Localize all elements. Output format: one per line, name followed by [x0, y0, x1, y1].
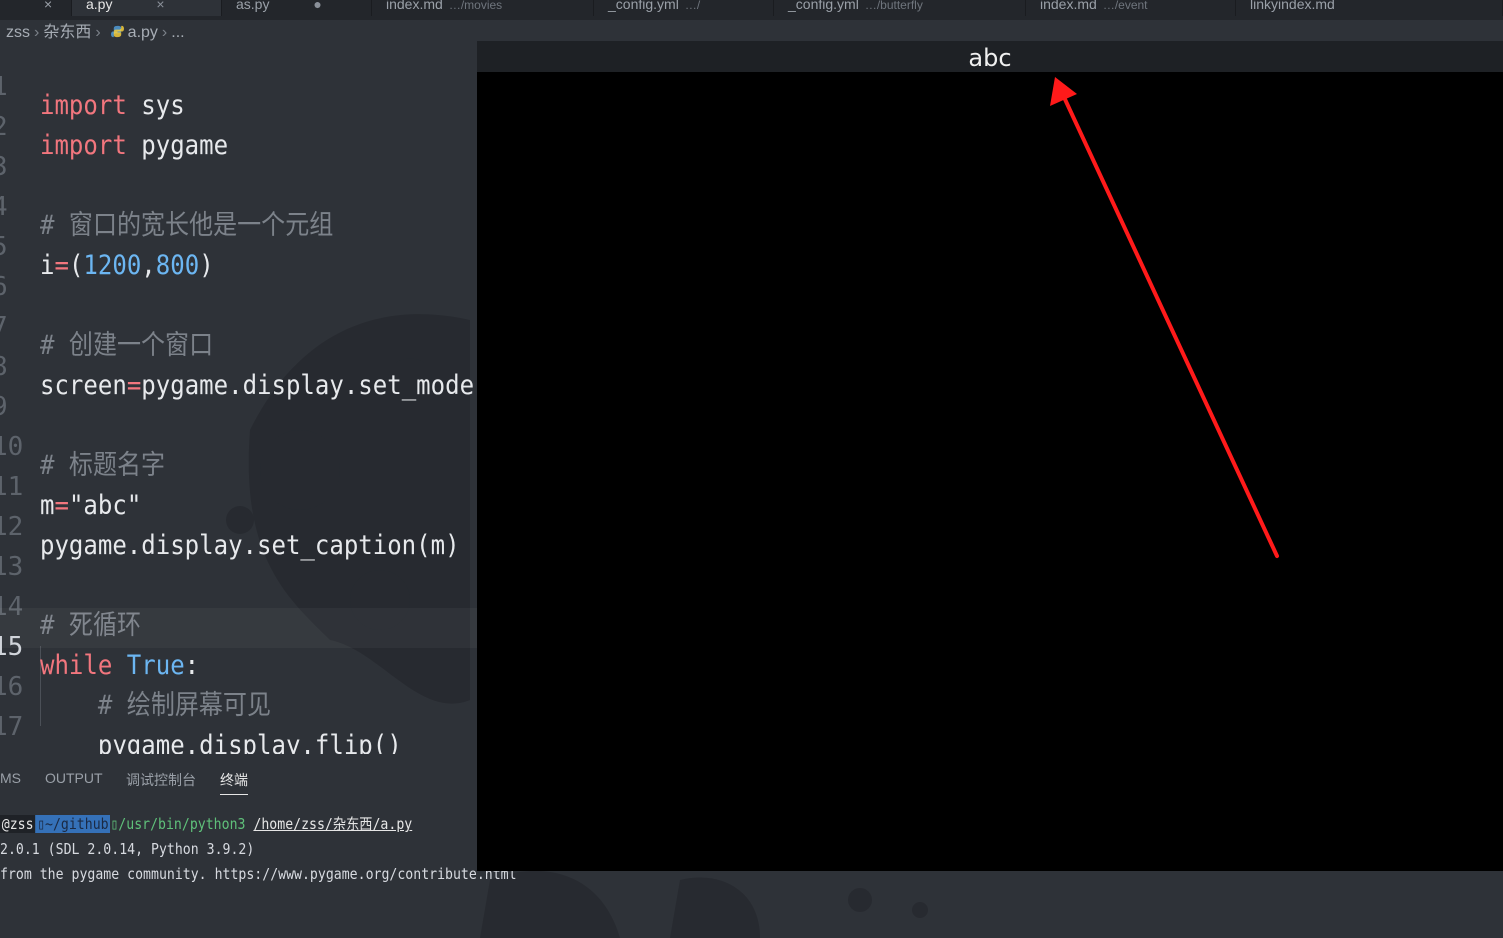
- tab-debug-console[interactable]: 调试控制台: [126, 770, 196, 790]
- chevron-right-icon: ›: [95, 24, 101, 41]
- code-line[interactable]: 4 # 窗口的宽长他是一个元组: [0, 168, 480, 241]
- code-line[interactable]: 18: [0, 728, 480, 754]
- breadcrumb: zss › 杂东西 › a.py ›...: [0, 22, 480, 44]
- code-line[interactable]: 1 import sys: [0, 48, 480, 121]
- terminal-prompt-line: @zss ▯~/github ▯/usr/bin/python3 /home/zss…: [0, 812, 412, 836]
- tab-label: linkyindex.md: [1250, 0, 1335, 12]
- tab-linkyindex-md[interactable]: linkyindex.md: [1236, 0, 1503, 16]
- code-line[interactable]: 2 import pygame: [0, 88, 480, 161]
- code-line[interactable]: 3: [0, 128, 480, 182]
- modified-dot-icon[interactable]: ●: [313, 0, 321, 12]
- tab-path: …/event: [1102, 0, 1148, 12]
- pygame-canvas[interactable]: [477, 72, 1503, 871]
- code-line[interactable]: 17 pygame.display.flip(): [0, 688, 480, 754]
- python-file-icon: [110, 25, 124, 38]
- code-line[interactable]: 8 screen=pygame.display.set_mode: [0, 328, 480, 401]
- tab-label: index.md: [386, 0, 443, 12]
- command-script-path[interactable]: /home/zss/杂东西/a.py: [253, 815, 412, 833]
- code-line[interactable]: 11 m="abc": [0, 448, 480, 521]
- code-line[interactable]: 5 i=(1200,800): [0, 208, 480, 281]
- tab-config-yml-butterfly[interactable]: _config.yml …/butterfly: [774, 0, 1026, 16]
- tab-label: as.py: [236, 0, 270, 12]
- tab-path: …/butterfly: [864, 0, 923, 12]
- tab-a-py[interactable]: a.py ×: [72, 0, 222, 16]
- code-line[interactable]: 13: [0, 528, 480, 582]
- tab-unnamed[interactable]: ×: [0, 0, 72, 16]
- tab-output[interactable]: OUTPUT: [45, 770, 103, 786]
- tab-as-py[interactable]: as.py ●: [222, 0, 372, 16]
- tab-label: _config.yml: [788, 0, 859, 12]
- pygame-window[interactable]: abc: [477, 41, 1503, 871]
- prompt-user: @zss: [0, 815, 36, 833]
- tab-close-icon[interactable]: ×: [44, 0, 52, 12]
- breadcrumb-item[interactable]: ...: [171, 24, 184, 41]
- breadcrumb-item[interactable]: 杂东西: [43, 24, 91, 41]
- terminal-output-line: 2.0.1 (SDL 2.0.14, Python 3.9.2): [0, 840, 255, 858]
- breadcrumb-item[interactable]: zss: [6, 24, 30, 41]
- panel-tab-bar: MS OUTPUT 调试控制台 终端: [0, 768, 480, 798]
- chevron-right-icon: ›: [34, 24, 40, 41]
- editor-tab-strip: × a.py × as.py ● index.md …/movies _confi…: [0, 0, 1503, 20]
- tab-label: a.py: [86, 0, 113, 12]
- tab-index-md-movies[interactable]: index.md …/movies: [372, 0, 594, 16]
- code-line[interactable]: 9: [0, 368, 480, 422]
- code-editor[interactable]: 1 import sys 2 import pygame 3 4 # 窗口的宽长…: [0, 48, 480, 754]
- code-line[interactable]: 14 # 死循环: [0, 568, 480, 641]
- tab-config-yml[interactable]: _config.yml …/: [594, 0, 774, 16]
- tab-close-icon[interactable]: ×: [156, 0, 164, 12]
- tab-label: index.md: [1040, 0, 1097, 12]
- window-title-bar[interactable]: abc: [477, 41, 1503, 72]
- tab-path: …/movies: [448, 0, 503, 12]
- code-line[interactable]: 12 pygame.display.set_caption(m): [0, 488, 480, 561]
- code-line[interactable]: 7 # 创建一个窗口: [0, 288, 480, 361]
- folder-icon: ▯: [37, 815, 46, 833]
- breadcrumb-item[interactable]: a.py: [128, 24, 158, 41]
- command-interpreter-text: /usr/bin/python3: [118, 815, 246, 833]
- code-line[interactable]: 16 # 绘制屏幕可见: [0, 648, 480, 721]
- command-interpreter: ▯/usr/bin/python3: [110, 815, 245, 833]
- terminal[interactable]: @zss ▯~/github ▯/usr/bin/python3 /home/zss…: [0, 808, 560, 898]
- code-line[interactable]: 6: [0, 248, 480, 302]
- code-line-current[interactable]: 15 while True:: [0, 608, 480, 681]
- line-number: 18: [0, 747, 23, 754]
- tab-problems[interactable]: MS: [0, 770, 21, 786]
- tab-index-md-event[interactable]: index.md …/event: [1026, 0, 1236, 16]
- tab-label: _config.yml: [608, 0, 679, 12]
- terminal-output-line: from the pygame community. https://www.p…: [0, 865, 517, 883]
- tab-path: …/: [684, 0, 701, 12]
- chevron-right-icon: ›: [161, 24, 168, 41]
- window-title: abc: [968, 44, 1012, 72]
- prompt-directory-text: ~/github: [45, 815, 109, 833]
- tab-terminal[interactable]: 终端: [220, 770, 248, 795]
- code-line[interactable]: 10 # 标题名字: [0, 408, 480, 481]
- prompt-directory: ▯~/github: [35, 815, 111, 833]
